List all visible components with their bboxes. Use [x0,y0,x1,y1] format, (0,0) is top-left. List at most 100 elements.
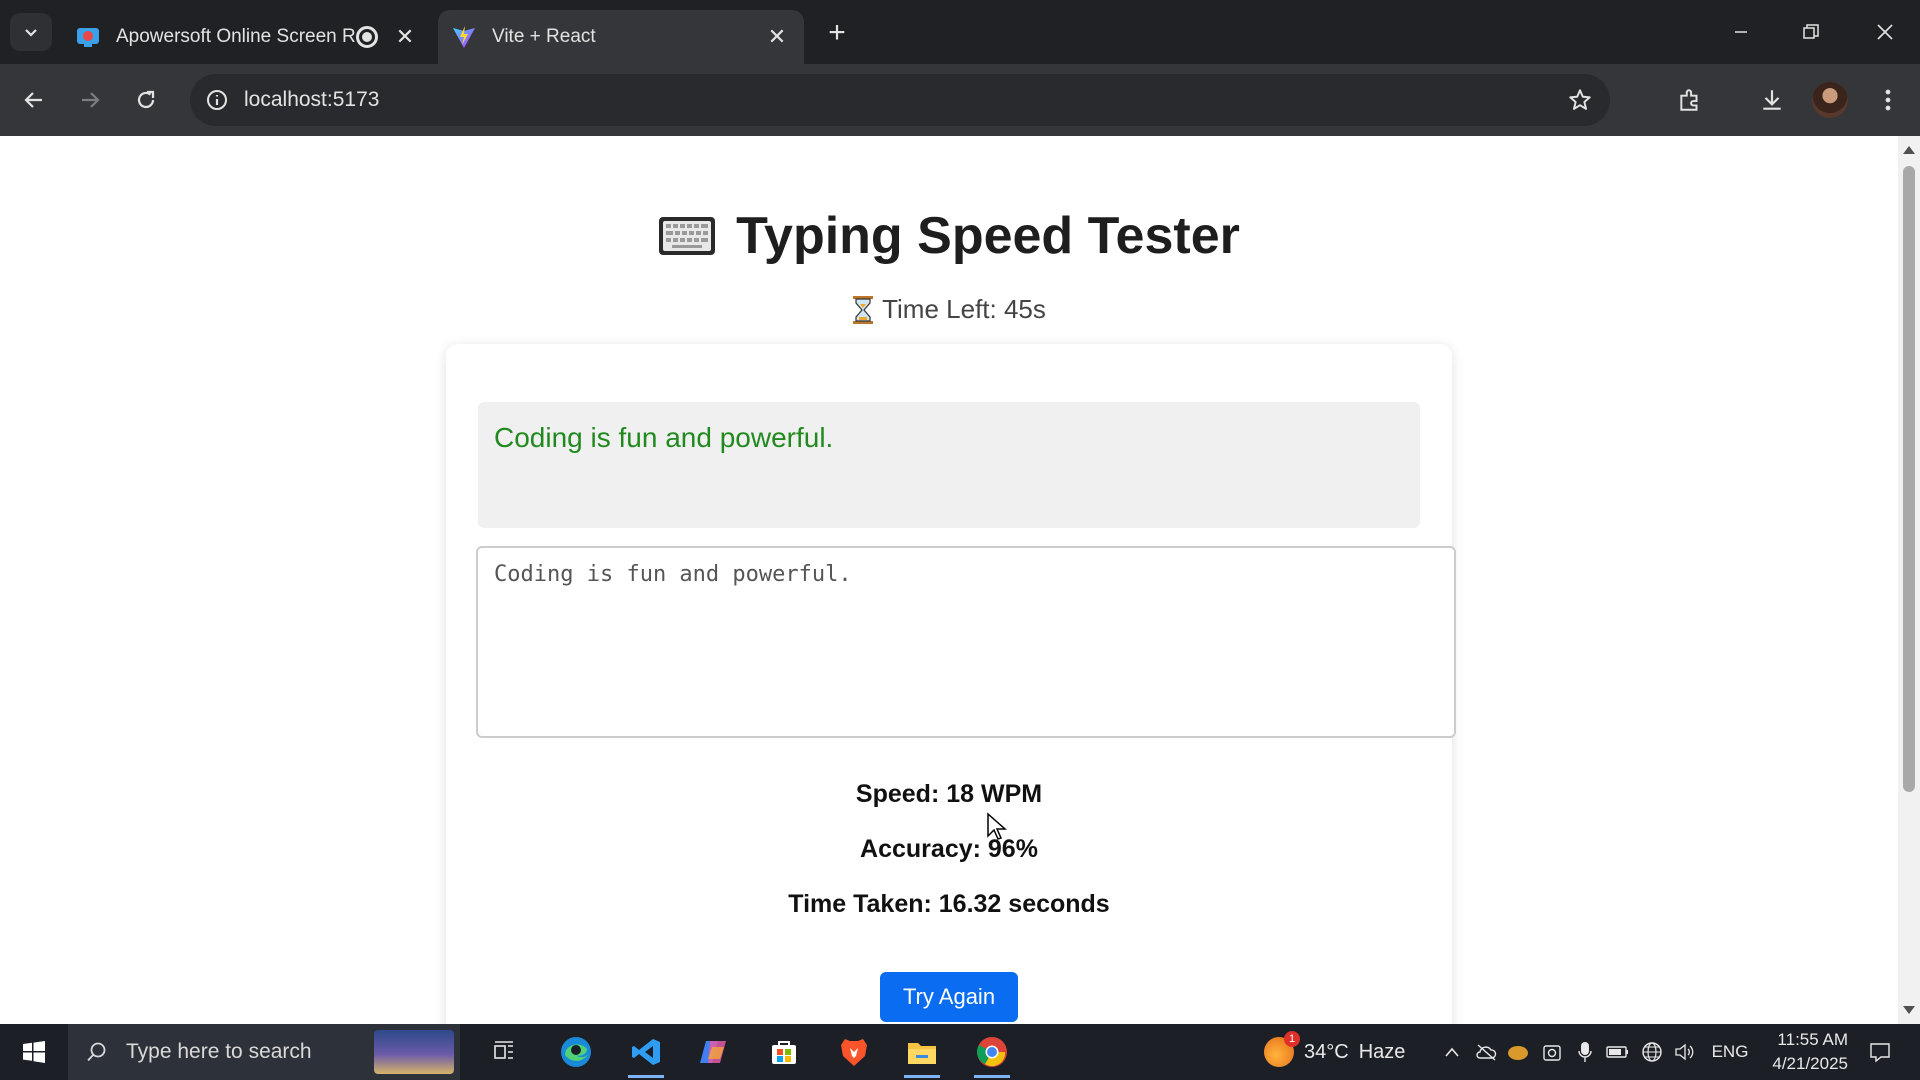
weather-temp: 34°C [1304,1040,1349,1063]
typing-card: Coding is fun and powerful. Try Again [446,344,1456,1024]
globe-icon [1642,1042,1662,1062]
arrow-left-icon [24,92,42,108]
accuracy-stat: Accuracy: 96% [860,835,1038,863]
tray-app[interactable] [1538,1024,1566,1080]
tab-apowersoft[interactable]: Apowersoft Online Screen R ✕ [62,10,432,64]
search-highlight-image [374,1030,454,1074]
weather-alert-badge: 1 [1284,1031,1300,1047]
clock-date: 4/21/2025 [1772,1054,1848,1073]
minimize-icon [1735,31,1747,33]
folder-icon [908,1043,936,1064]
menu-button[interactable] [1868,80,1908,120]
copilot-icon [700,1041,726,1063]
puzzle-icon [1680,89,1698,111]
more-vertical-icon [1885,89,1891,111]
battery-button[interactable] [1604,1024,1632,1080]
recording-icon [356,26,378,48]
chrome-icon [976,1037,1007,1067]
page-viewport: Typing Speed Tester Time Left: 45s Codin… [0,136,1898,1024]
camera-icon [1543,1045,1561,1061]
windows-taskbar: Type here to search 1 34°C Haze ENG 11:5… [0,1024,1920,1080]
start-button[interactable] [6,1024,62,1080]
language-indicator[interactable]: ENG [1710,1024,1750,1080]
taskbar-vscode[interactable] [618,1024,674,1080]
task-view-button[interactable] [476,1024,532,1080]
typing-input[interactable] [476,546,1456,738]
mouse-cursor-icon [987,812,1007,840]
try-again-button[interactable]: Try Again [880,972,1018,1022]
tray-app-icon [1508,1046,1528,1060]
taskbar-file-explorer[interactable] [894,1024,950,1080]
minimize-button[interactable] [1716,12,1766,52]
time-taken-stat: Time Taken: 16.32 seconds [788,890,1110,918]
volume-button[interactable] [1672,1024,1700,1080]
back-button[interactable] [14,80,54,120]
windows-logo-icon [23,1041,45,1063]
microphone-button[interactable] [1572,1024,1598,1080]
taskbar-edge[interactable] [548,1024,604,1080]
close-tab-icon[interactable]: ✕ [392,24,418,50]
restore-button[interactable] [1786,12,1836,52]
taskbar-store[interactable] [756,1024,812,1080]
taskbar-search[interactable]: Type here to search [68,1024,460,1080]
notification-icon [1870,1043,1890,1063]
new-tab-button[interactable]: + [820,16,854,50]
profile-avatar[interactable] [1812,82,1848,118]
taskbar-brave[interactable] [826,1024,882,1080]
downloads-button[interactable] [1752,80,1792,120]
restore-icon [1803,24,1819,39]
arrow-right-icon [82,92,100,108]
reload-icon [137,90,155,109]
network-button[interactable] [1638,1024,1666,1080]
keyboard-icon [659,217,716,255]
clock[interactable]: 11:55 AM 4/21/2025 [1756,1028,1848,1076]
bookmark-star-icon[interactable] [1564,84,1596,116]
close-tab-icon[interactable]: ✕ [764,24,790,50]
extensions-button[interactable] [1670,80,1710,120]
battery-icon [1606,1046,1628,1058]
chevron-down-icon [25,29,37,37]
show-hidden-icons-button[interactable] [1438,1024,1466,1080]
page-scrollbar[interactable] [1898,136,1920,1024]
address-bar[interactable]: localhost:5173 [190,74,1610,126]
notifications-button[interactable] [1860,1024,1900,1080]
vscode-icon [632,1039,660,1065]
brave-lion-icon [841,1039,867,1066]
tray-app[interactable] [1504,1024,1532,1080]
target-sentence: Coding is fun and powerful. [478,402,1420,528]
search-placeholder: Type here to search [126,1040,312,1063]
taskbar-chrome[interactable] [964,1024,1020,1080]
forward-button[interactable] [70,80,110,120]
taskbar-copilot[interactable] [686,1024,742,1080]
tab-strip: Apowersoft Online Screen R ✕ Vite + Reac… [0,0,1920,64]
close-window-button[interactable] [1860,12,1910,52]
site-info-icon[interactable] [202,85,232,115]
speaker-icon [1675,1043,1694,1061]
scroll-up-icon[interactable] [1903,146,1915,154]
reload-button[interactable] [126,80,166,120]
speed-stat: Speed: 18 WPM [855,780,1043,808]
search-icon [82,1037,112,1067]
address-url: localhost:5173 [244,88,380,111]
apowersoft-icon [74,23,102,51]
chevron-up-icon [1445,1047,1459,1057]
tab-title: Vite + React [492,26,596,47]
page-title: Typing Speed Tester [736,207,1240,265]
tray-app[interactable] [1472,1024,1500,1080]
hourglass-icon [853,295,874,324]
page-title-row: Typing Speed Tester [0,206,1898,266]
task-view-icon [494,1041,513,1059]
tab-title: Apowersoft Online Screen R [116,26,356,47]
close-icon [1877,24,1893,40]
weather-widget[interactable]: 1 34°C Haze [1264,1024,1405,1080]
cloud-off-icon [1476,1044,1497,1061]
scroll-down-icon[interactable] [1903,1006,1915,1014]
tab-vite-react[interactable]: Vite + React ✕ [438,10,804,64]
tab-search-button[interactable] [10,13,52,51]
browser-toolbar: localhost:5173 [0,64,1920,136]
microphone-icon [1578,1042,1592,1062]
weather-condition: Haze [1358,1040,1406,1063]
store-icon [772,1041,796,1064]
scrollbar-thumb[interactable] [1903,166,1915,792]
clock-time: 11:55 AM [1777,1030,1848,1049]
